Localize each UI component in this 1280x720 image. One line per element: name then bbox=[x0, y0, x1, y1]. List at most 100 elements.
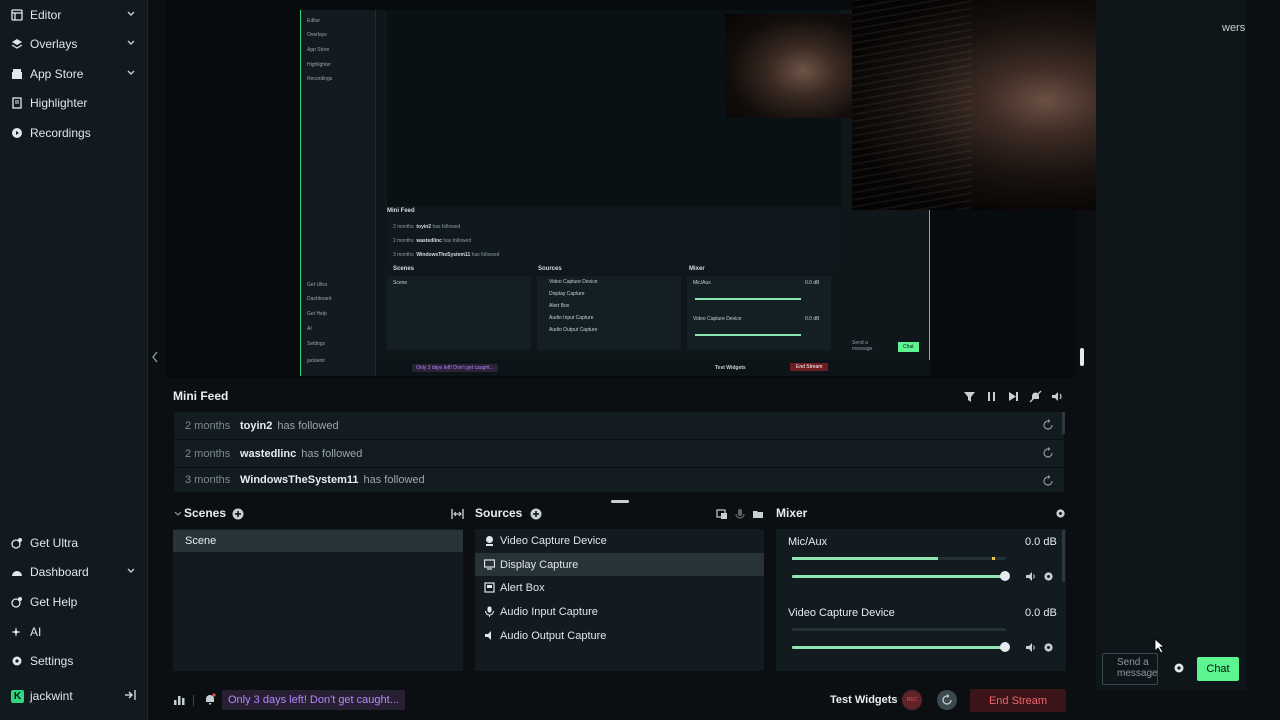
chat-settings-gear-icon[interactable] bbox=[1172, 661, 1186, 675]
username: jackwint bbox=[30, 689, 73, 703]
folder-icon[interactable] bbox=[752, 508, 764, 520]
sidebar-item-label: Get Ultra bbox=[30, 536, 79, 550]
source-item[interactable]: Display Capture bbox=[475, 553, 764, 576]
skip-icon[interactable] bbox=[1007, 390, 1020, 403]
source-item[interactable]: Video Capture Device bbox=[475, 529, 764, 552]
capture-scene-row: Scene bbox=[393, 280, 408, 286]
notification-bell-icon[interactable] bbox=[204, 693, 216, 705]
source-label: Display Capture bbox=[500, 558, 579, 571]
replay-buffer-button[interactable] bbox=[937, 690, 957, 710]
volume-slider[interactable] bbox=[792, 575, 1006, 578]
source-label: Audio Input Capture bbox=[500, 605, 598, 618]
source-item[interactable]: Audio Input Capture bbox=[475, 600, 764, 623]
overlays-icon bbox=[11, 38, 23, 50]
alert-box-icon bbox=[484, 582, 495, 593]
audio-level-meter bbox=[792, 628, 1006, 631]
ultra-icon bbox=[11, 537, 23, 549]
chevron-down-icon[interactable] bbox=[126, 9, 136, 19]
sidebar-item-label: Settings bbox=[30, 654, 74, 668]
mute-notifications-icon[interactable] bbox=[1029, 390, 1042, 403]
microphone-icon bbox=[484, 606, 495, 617]
user-profile[interactable]: K jackwint bbox=[0, 684, 148, 708]
repeat-alert-icon[interactable] bbox=[1042, 419, 1054, 431]
sidebar-item-overlays[interactable]: Overlays bbox=[0, 31, 148, 57]
volume-slider-knob[interactable] bbox=[1000, 571, 1010, 581]
mixer-panel bbox=[776, 529, 1066, 671]
end-stream-button[interactable]: End Stream bbox=[970, 689, 1066, 712]
mixer-settings-gear-icon[interactable] bbox=[1055, 508, 1066, 519]
add-source-icon[interactable] bbox=[530, 508, 542, 520]
test-widgets-button[interactable]: Test Widgets bbox=[830, 694, 898, 706]
audio-source-icon[interactable] bbox=[734, 508, 746, 520]
scene-transitions-icon[interactable] bbox=[451, 508, 464, 520]
sidebar-item-dashboard[interactable]: Dashboard bbox=[0, 559, 148, 585]
chevron-down-icon[interactable] bbox=[126, 38, 136, 48]
sidebar-item-label: AI bbox=[30, 625, 42, 639]
sidebar-item-settings[interactable]: Settings bbox=[0, 648, 148, 674]
filter-icon[interactable] bbox=[963, 390, 976, 403]
logout-icon[interactable] bbox=[124, 689, 136, 701]
gear-icon bbox=[11, 655, 23, 667]
feed-time: 2 months bbox=[185, 419, 231, 432]
sources-title: Sources bbox=[475, 506, 523, 520]
audio-level-fill bbox=[792, 557, 938, 560]
volume-slider-knob[interactable] bbox=[1000, 642, 1010, 652]
capture-nav-item: Highlighter bbox=[307, 62, 331, 68]
source-group-icon[interactable] bbox=[716, 508, 728, 520]
sidebar-item-label: Recordings bbox=[30, 126, 91, 140]
channel-settings-gear-icon[interactable] bbox=[1043, 642, 1054, 653]
promo-notification[interactable]: Only 3 days left! Don't get caught... bbox=[222, 690, 405, 710]
pause-icon[interactable] bbox=[985, 390, 998, 403]
viewers-label: wers bbox=[1222, 22, 1246, 34]
preview-scrollbar[interactable] bbox=[1080, 348, 1084, 366]
mini-feed-scrollbar[interactable] bbox=[1062, 412, 1065, 434]
chevron-down-icon[interactable] bbox=[126, 566, 136, 576]
audio-level-meter bbox=[792, 557, 1006, 560]
streamlabs-window: Editor Overlays App Store Highlighter Re… bbox=[0, 0, 1280, 720]
capture-nav-item: Editor bbox=[307, 18, 321, 24]
speaker-mute-icon[interactable] bbox=[1025, 571, 1036, 582]
add-scene-icon[interactable] bbox=[232, 508, 244, 520]
sidebar-item-get-ultra[interactable]: Get Ultra bbox=[0, 530, 148, 556]
resize-handle[interactable] bbox=[611, 500, 629, 503]
ai-icon bbox=[11, 626, 23, 638]
capture-nav-item: jackwint bbox=[307, 358, 325, 364]
capture-sources-panel: Video Capture Device Display Capture Ale… bbox=[537, 276, 681, 350]
sidebar: Editor Overlays App Store Highlighter Re… bbox=[0, 0, 148, 720]
sidebar-item-app-store[interactable]: App Store bbox=[0, 61, 148, 87]
feed-user[interactable]: wastedlinc bbox=[240, 448, 296, 460]
source-item[interactable]: Alert Box bbox=[475, 576, 764, 599]
mixer-channel-db: 0.0 dB bbox=[1025, 607, 1057, 619]
performance-stats-icon[interactable] bbox=[173, 694, 185, 706]
record-button[interactable]: REC bbox=[902, 690, 922, 710]
capture-source-row: Display Capture bbox=[549, 291, 585, 297]
mouse-cursor-icon bbox=[1154, 638, 1166, 654]
repeat-alert-icon[interactable] bbox=[1042, 475, 1054, 487]
sidebar-item-highlighter[interactable]: Highlighter bbox=[0, 90, 148, 116]
sidebar-item-recordings[interactable]: Recordings bbox=[0, 120, 148, 146]
capture-sidebar: Editor Overlays App Store Highlighter Re… bbox=[301, 10, 376, 376]
scene-item[interactable]: Scene bbox=[173, 530, 463, 552]
mixer-scrollbar[interactable] bbox=[1062, 530, 1065, 582]
mixer-channel-name: Mic/Aux bbox=[788, 536, 828, 548]
mini-feed-toolbar bbox=[963, 390, 1064, 403]
speaker-mute-icon[interactable] bbox=[1025, 642, 1036, 653]
sidebar-item-editor[interactable]: Editor bbox=[0, 2, 148, 28]
sidebar-item-ai[interactable]: AI bbox=[0, 619, 148, 645]
repeat-alert-icon[interactable] bbox=[1042, 447, 1054, 459]
volume-icon[interactable] bbox=[1051, 390, 1064, 403]
capture-mixer-panel: Mic/Aux 0.0 dB Video Capture Device 0.0 … bbox=[687, 276, 831, 350]
channel-settings-gear-icon[interactable] bbox=[1043, 571, 1054, 582]
sidebar-item-get-help[interactable]: Get Help bbox=[0, 589, 148, 615]
feed-user[interactable]: WindowsTheSystem11 bbox=[240, 474, 359, 486]
source-item[interactable]: Audio Output Capture bbox=[475, 624, 764, 647]
chat-message-input[interactable]: Send a message bbox=[1102, 653, 1158, 685]
chevron-left-icon[interactable] bbox=[150, 350, 160, 364]
chat-button[interactable]: Chat bbox=[1197, 657, 1239, 681]
speaker-icon bbox=[484, 630, 495, 641]
capture-nav-item: Get Ultra bbox=[307, 282, 328, 288]
feed-user[interactable]: toyin2 bbox=[240, 420, 272, 432]
volume-slider[interactable] bbox=[792, 646, 1006, 649]
chevron-down-icon[interactable] bbox=[174, 510, 182, 518]
chevron-down-icon[interactable] bbox=[126, 68, 136, 78]
